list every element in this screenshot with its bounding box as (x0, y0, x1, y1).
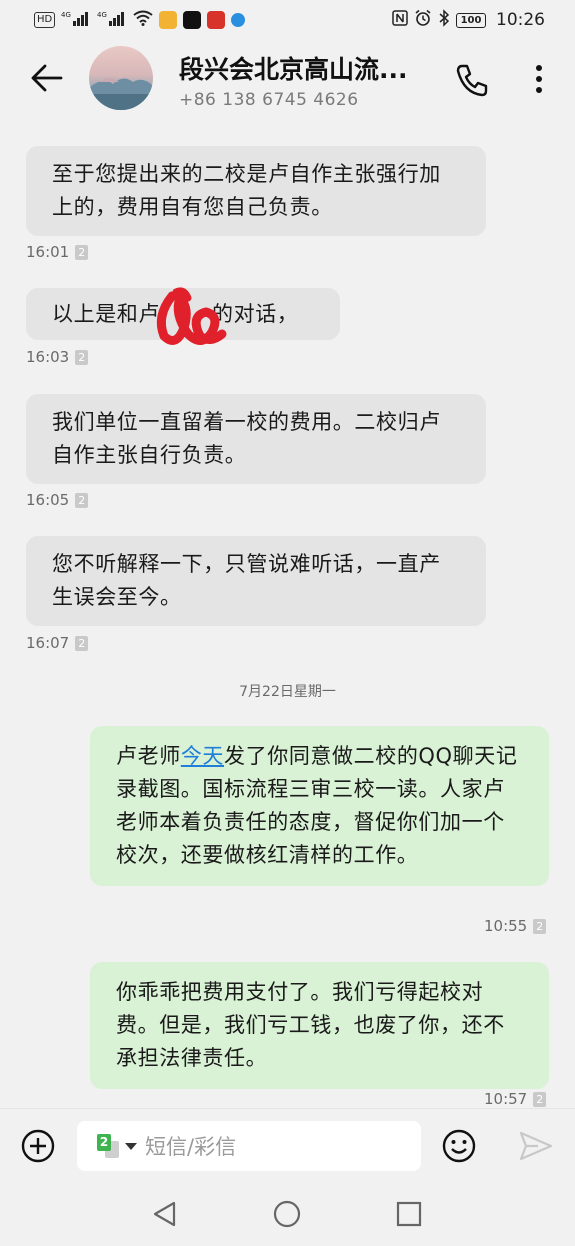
message-meta: 10:57 2 (484, 1090, 547, 1108)
message-meta: 10:55 2 (484, 917, 547, 935)
arrow-left-icon (31, 64, 63, 92)
message-text: 至于您提出来的二校是卢自作主张强行加上的，费用自有您自己负责。 (52, 162, 441, 219)
message-time: 16:07 (26, 634, 70, 652)
nav-back-button[interactable] (150, 1199, 180, 1229)
message-time: 16:03 (26, 348, 70, 366)
signal-icon-2: 4G (97, 10, 127, 30)
circle-home-icon (273, 1200, 301, 1228)
bluetooth-icon (438, 9, 450, 31)
more-vertical-icon (536, 65, 542, 93)
back-button[interactable] (26, 58, 66, 98)
date-link[interactable]: 今天 (181, 744, 224, 768)
status-right: 100 10:26 (392, 9, 545, 31)
message-text-part: 以上是和卢 (52, 302, 160, 326)
landscape-avatar-image (89, 78, 153, 110)
square-recents-icon (396, 1201, 422, 1227)
message-text: 我们单位一直留着一校的费用。二校归卢自作主张自行负责。 (52, 410, 441, 467)
sim-badge: 2 (75, 635, 89, 651)
message-list[interactable]: 至于您提出来的二校是卢自作主张强行加上的，费用自有您自己负责。 16:01 2 … (0, 118, 575, 1108)
browser-app-icon (231, 13, 246, 27)
avatar[interactable] (89, 46, 153, 110)
clock: 10:26 (496, 10, 545, 30)
sim-badge: 2 (75, 349, 89, 365)
message-text: 您不听解释一下，只管说难听话，一直产生误会至今。 (52, 552, 441, 609)
sim-badge: 2 (75, 492, 89, 508)
message-meta: 16:05 2 (26, 491, 89, 509)
mail-app-icon (159, 11, 178, 29)
alarm-icon (414, 9, 432, 31)
sim-card-icon: 2 (97, 1134, 119, 1158)
message-text-part: 卢老师 (116, 744, 181, 768)
emoji-button[interactable] (441, 1128, 477, 1164)
message-input[interactable]: 2 短信/彩信 (77, 1121, 421, 1171)
status-left: HD 4G 4G (34, 10, 246, 30)
system-navigation-bar (0, 1182, 575, 1246)
message-bubble-incoming[interactable]: 至于您提出来的二校是卢自作主张强行加上的，费用自有您自己负责。 (26, 146, 486, 236)
chevron-down-icon (125, 1142, 137, 1150)
contact-phone-number: +86 138 6745 4626 (179, 90, 359, 110)
phone-icon (456, 64, 488, 97)
message-bubble-incoming[interactable]: 我们单位一直留着一校的费用。二校归卢自作主张自行负责。 (26, 394, 486, 484)
sim-badge: 2 (75, 244, 89, 260)
message-time: 16:01 (26, 243, 70, 261)
svg-text:4G: 4G (97, 11, 107, 19)
smiley-icon (442, 1129, 476, 1163)
message-text: 你乖乖把费用支付了。我们亏得起校对费。但是，我们亏工钱，也废了你，还不承担法律责… (116, 980, 505, 1070)
wifi-icon (133, 10, 153, 30)
message-meta: 16:03 2 (26, 348, 89, 366)
date-separator: 7月22日星期一 (239, 684, 336, 700)
more-options-button[interactable] (526, 60, 552, 100)
signal-icon-1: 4G (61, 10, 91, 30)
message-time: 16:05 (26, 491, 70, 509)
message-bubble-incoming[interactable]: 您不听解释一下，只管说难听话，一直产生误会至今。 (26, 536, 486, 626)
plus-circle-icon (21, 1129, 55, 1163)
sim-badge: 2 (533, 918, 547, 934)
hd-indicator: HD (34, 12, 56, 28)
message-bubble-outgoing[interactable]: 你乖乖把费用支付了。我们亏得起校对费。但是，我们亏工钱，也废了你，还不承担法律责… (90, 962, 549, 1089)
triangle-back-icon (153, 1201, 176, 1227)
nav-recents-button[interactable] (395, 1200, 423, 1228)
nfc-icon (392, 10, 408, 30)
tiktok-app-icon (183, 11, 202, 29)
nav-home-button[interactable] (272, 1199, 302, 1229)
redaction-scribble (156, 287, 227, 345)
conversation-header: 段兴会北京高山流... +86 138 6745 4626 (0, 40, 575, 118)
svg-text:4G: 4G (61, 11, 71, 19)
call-button[interactable] (452, 60, 492, 100)
sim-badge: 2 (533, 1091, 547, 1107)
status-bar: HD 4G 4G 100 10:26 (0, 0, 575, 40)
contact-name: 段兴会北京高山流... (179, 55, 408, 84)
message-time: 10:57 (484, 1090, 528, 1108)
message-meta: 16:07 2 (26, 634, 89, 652)
compose-bar: 2 短信/彩信 (0, 1108, 575, 1183)
add-attachment-button[interactable] (20, 1128, 56, 1164)
send-button[interactable] (518, 1130, 554, 1162)
news-app-icon (207, 11, 226, 29)
message-bubble-outgoing[interactable]: 卢老师今天发了你同意做二校的QQ聊天记录截图。国标流程三审三校一读。人家卢老师本… (90, 726, 549, 886)
message-meta: 16:01 2 (26, 243, 89, 261)
sim-selector[interactable]: 2 (97, 1134, 137, 1158)
message-input-placeholder: 短信/彩信 (145, 1135, 237, 1159)
send-icon (519, 1131, 553, 1161)
battery-icon: 100 (456, 12, 486, 28)
message-time: 10:55 (484, 917, 528, 935)
